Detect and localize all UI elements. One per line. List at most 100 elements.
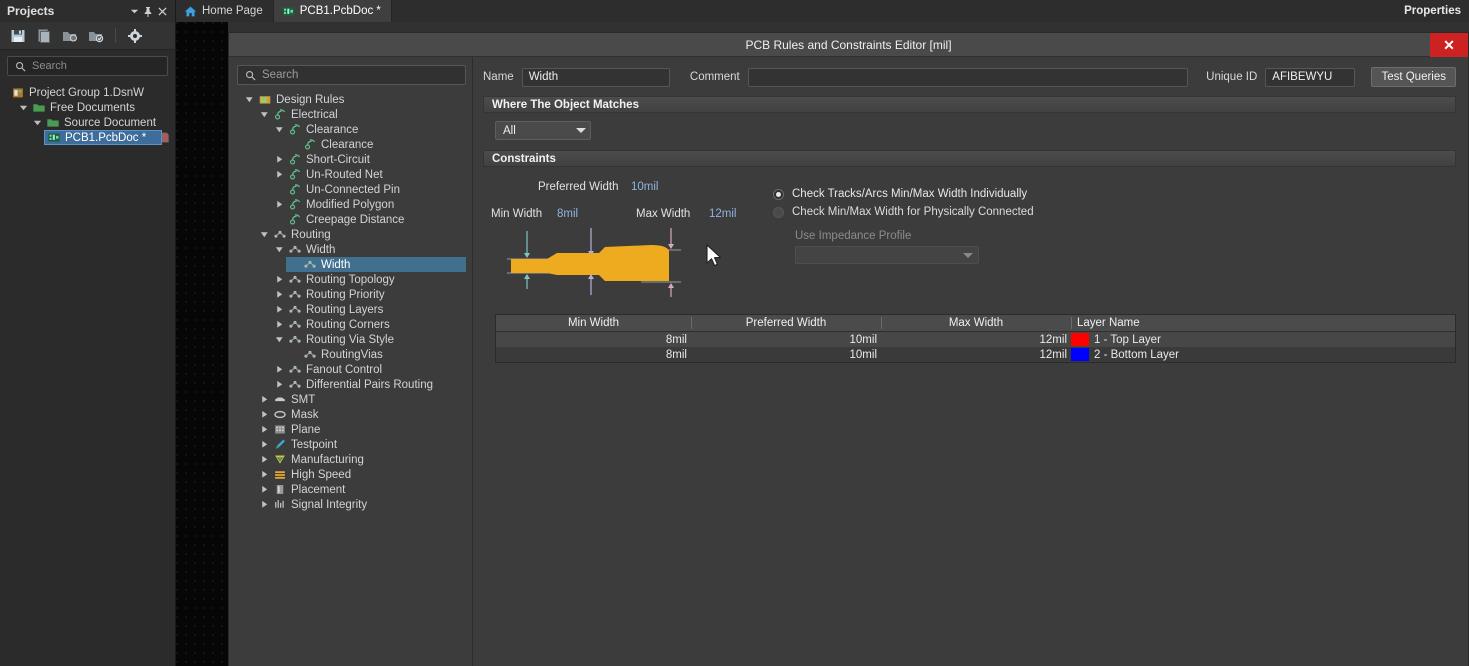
cell-preferred-width[interactable]: 10mil [691, 347, 881, 362]
rules-tree-item-smt[interactable]: SMT [237, 392, 466, 407]
table-row[interactable]: 8mil10mil12mil2 - Bottom Layer [496, 347, 1455, 362]
rules-tree-item-width[interactable]: Width [237, 257, 466, 272]
max-width-value[interactable]: 12mil [709, 208, 736, 220]
tab-home-page[interactable]: Home Page [176, 0, 274, 22]
cell-max-width[interactable]: 12mil [881, 332, 1071, 347]
test-queries-button[interactable]: Test Queries [1371, 67, 1456, 87]
open-project-icon[interactable] [62, 28, 78, 44]
rules-tree-item-mask[interactable]: Mask [237, 407, 466, 422]
project-tree-item-free-documents[interactable]: Free Documents [0, 100, 175, 115]
expand-arrow-open-icon[interactable] [275, 245, 284, 254]
expand-arrow-closed-icon[interactable] [260, 410, 269, 419]
expand-arrow-closed-icon[interactable] [275, 155, 284, 164]
rules-tree-item-routing-layers[interactable]: Routing Layers [237, 302, 466, 317]
rules-tree-item-high-speed[interactable]: High Speed [237, 467, 466, 482]
expand-arrow-open-icon[interactable] [260, 110, 269, 119]
rules-tree-item-design-rules[interactable]: Design Rules [237, 92, 466, 107]
rules-tree-item-routing[interactable]: Routing [237, 227, 466, 242]
project-tree-item-pcb1-pcbdoc[interactable]: PCB1.PcbDoc * [0, 130, 175, 145]
rules-tree-item-routing-priority[interactable]: Routing Priority [237, 287, 466, 302]
cell-max-width[interactable]: 12mil [881, 347, 1071, 362]
expand-arrow-closed-icon[interactable] [275, 305, 284, 314]
column-header-max-width[interactable]: Max Width [881, 315, 1071, 331]
expand-arrow-closed-icon[interactable] [275, 275, 284, 284]
impedance-profile-select[interactable] [795, 246, 979, 264]
project-tree-item-source-document[interactable]: Source Document [0, 115, 175, 130]
radio-check-individually-row[interactable]: Check Tracks/Arcs Min/Max Width Individu… [773, 185, 1034, 203]
rules-tree-item-short-circuit[interactable]: Short-Circuit [237, 152, 466, 167]
expand-arrow-closed-icon[interactable] [275, 320, 284, 329]
min-width-value[interactable]: 8mil [557, 208, 578, 220]
expand-arrow-closed-icon[interactable] [275, 365, 284, 374]
expand-arrow-open-icon[interactable] [275, 125, 284, 134]
expand-arrow-open-icon[interactable] [33, 118, 42, 127]
rules-tree-item-differential-pairs-routing[interactable]: Differential Pairs Routing [237, 377, 466, 392]
projects-search-input[interactable]: Search [7, 56, 168, 76]
column-header-layer-name[interactable]: Layer Name [1071, 315, 1455, 331]
cell-layer-name-wrap[interactable]: 2 - Bottom Layer [1071, 347, 1455, 362]
expand-arrow-closed-icon[interactable] [275, 380, 284, 389]
expand-arrow-closed-icon[interactable] [275, 290, 284, 299]
rules-tree-item-un-routed-net[interactable]: Un-Routed Net [237, 167, 466, 182]
rules-tree-item-fanout-control[interactable]: Fanout Control [237, 362, 466, 377]
rules-tree-item-un-connected-pin[interactable]: Un-Connected Pin [237, 182, 466, 197]
expand-arrow-closed-icon[interactable] [260, 440, 269, 449]
testpoint-icon [273, 438, 287, 451]
expand-arrow-closed-icon[interactable] [260, 455, 269, 464]
save-icon[interactable] [10, 28, 26, 44]
rules-tree-item-width[interactable]: Width [237, 242, 466, 257]
cell-min-width[interactable]: 8mil [496, 347, 691, 362]
rules-tree-item-modified-polygon[interactable]: Modified Polygon [237, 197, 466, 212]
column-header-preferred-width[interactable]: Preferred Width [691, 315, 881, 331]
cell-preferred-width[interactable]: 10mil [691, 332, 881, 347]
expand-arrow-closed-icon[interactable] [260, 395, 269, 404]
rules-tree-item-creepage-distance[interactable]: Creepage Distance [237, 212, 466, 227]
rules-tree-item-routing-via-style[interactable]: Routing Via Style [237, 332, 466, 347]
rules-search-input[interactable]: Search [237, 65, 466, 85]
rules-tree-item-testpoint[interactable]: Testpoint [237, 437, 466, 452]
scope-select[interactable]: All [495, 121, 591, 140]
project-tree-item-project-group[interactable]: Project Group 1.DsnW [0, 85, 175, 100]
dialog-close-button[interactable]: ✕ [1430, 33, 1468, 57]
close-project-icon[interactable] [88, 28, 104, 44]
rules-tree-item-plane[interactable]: Plane [237, 422, 466, 437]
rules-tree-item-electrical[interactable]: Electrical [237, 107, 466, 122]
rules-tree-item-routing-topology[interactable]: Routing Topology [237, 272, 466, 287]
settings-gear-icon[interactable] [127, 28, 143, 44]
expand-arrow-open-icon[interactable] [19, 103, 28, 112]
rules-tree-item-label: SMT [291, 394, 315, 406]
unique-id-input[interactable]: AFIBEWYU [1265, 68, 1355, 87]
radio-button-selected-icon[interactable] [773, 189, 784, 200]
radio-button-unselected-icon[interactable] [773, 207, 784, 218]
preferred-width-value[interactable]: 10mil [631, 181, 658, 193]
expand-arrow-open-icon[interactable] [260, 230, 269, 239]
expand-arrow-closed-icon[interactable] [275, 200, 284, 209]
expand-arrow-closed-icon[interactable] [260, 485, 269, 494]
column-header-min-width[interactable]: Min Width [496, 315, 691, 331]
tab-pcb1-pcbdoc[interactable]: PCB1.PcbDoc * [274, 0, 392, 22]
rules-tree-item-routing-corners[interactable]: Routing Corners [237, 317, 466, 332]
table-row[interactable]: 8mil10mil12mil1 - Top Layer [496, 332, 1455, 347]
copy-icon[interactable] [36, 28, 52, 44]
expand-arrow-closed-icon[interactable] [260, 500, 269, 509]
expand-arrow-closed-icon[interactable] [260, 470, 269, 479]
rules-tree-item-clearance[interactable]: Clearance [237, 122, 466, 137]
name-input[interactable]: Width [522, 68, 670, 87]
properties-panel-label[interactable]: Properties [1404, 0, 1461, 22]
panel-menu-button[interactable] [127, 3, 141, 19]
expand-arrow-open-icon[interactable] [245, 95, 254, 104]
cell-min-width[interactable]: 8mil [496, 332, 691, 347]
panel-pin-button[interactable] [141, 3, 155, 19]
cell-layer-name-wrap[interactable]: 1 - Top Layer [1071, 332, 1455, 347]
panel-close-button[interactable] [155, 3, 169, 19]
radio-check-physically-row[interactable]: Check Min/Max Width for Physically Conne… [773, 203, 1034, 221]
rules-tree-item-routingvias[interactable]: RoutingVias [237, 347, 466, 362]
rules-tree-item-placement[interactable]: Placement [237, 482, 466, 497]
expand-arrow-closed-icon[interactable] [260, 425, 269, 434]
comment-input[interactable] [748, 68, 1188, 87]
expand-arrow-closed-icon[interactable] [275, 170, 284, 179]
rules-tree-item-clearance[interactable]: Clearance [237, 137, 466, 152]
expand-arrow-open-icon[interactable] [275, 335, 284, 344]
rules-tree-item-manufacturing[interactable]: Manufacturing [237, 452, 466, 467]
rules-tree-item-signal-integrity[interactable]: Signal Integrity [237, 497, 466, 512]
